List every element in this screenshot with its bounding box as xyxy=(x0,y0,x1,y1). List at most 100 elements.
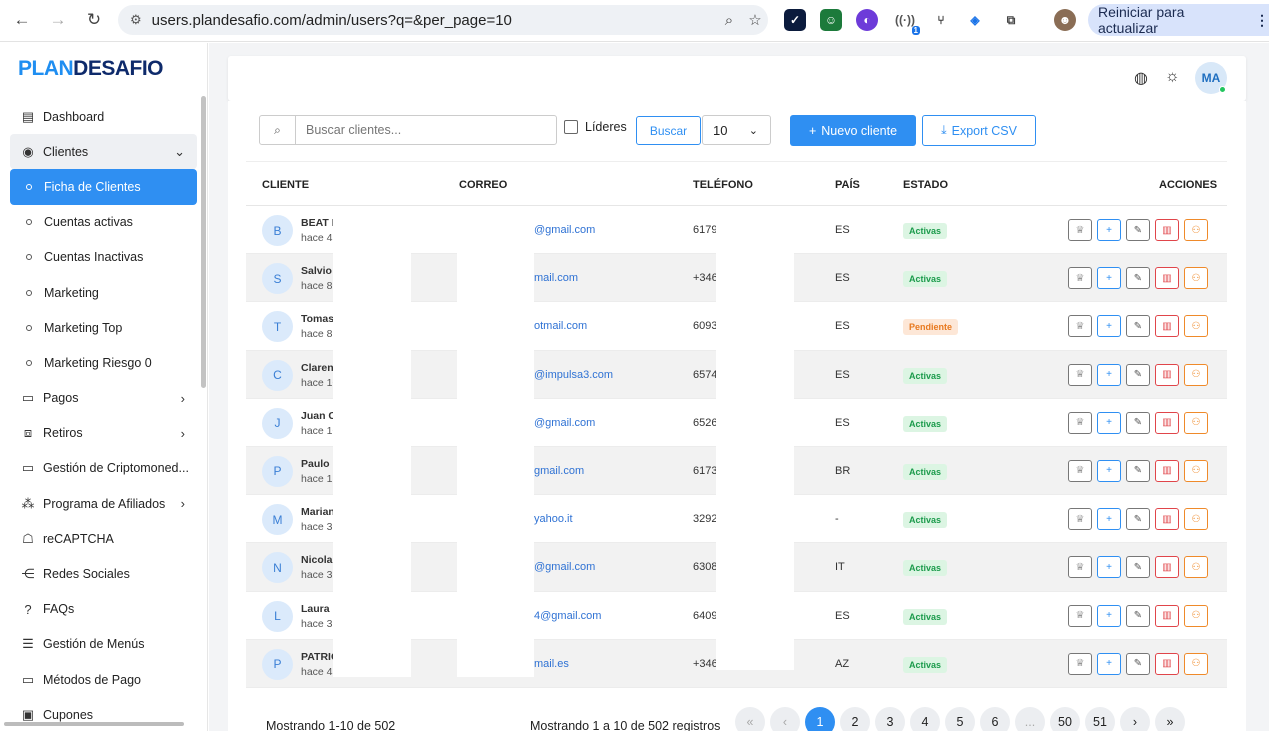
header-correo[interactable]: CORREO xyxy=(459,179,507,191)
client-email[interactable]: 4@gmail.com xyxy=(534,610,601,622)
search-button[interactable]: Buscar xyxy=(636,116,701,145)
sidebar-item-clientes[interactable]: ◉ Clientes ⌄ xyxy=(10,134,197,170)
bookmark-star-icon[interactable]: ☆ xyxy=(742,11,768,29)
add-icon[interactable]: + xyxy=(1097,267,1121,290)
header-cliente[interactable]: CLIENTE xyxy=(262,179,309,191)
client-name[interactable]: Salvio xyxy=(301,265,332,277)
user-plus-icon[interactable]: ⚇ xyxy=(1184,267,1208,290)
sidebar-item-afiliados[interactable]: ⁂ Programa de Afiliados › xyxy=(10,486,197,521)
trophy-icon[interactable]: ♕ xyxy=(1068,267,1092,290)
extension-broadcast-icon[interactable]: ((·)) 1 xyxy=(894,9,920,35)
client-email[interactable]: @gmail.com xyxy=(534,561,595,573)
extensions-puzzle-icon[interactable]: ⧉ xyxy=(1000,9,1022,31)
pagination-button[interactable]: ‹ xyxy=(770,707,800,731)
logo[interactable]: PLANDESAFIO xyxy=(18,57,164,81)
header-pais[interactable]: PAÍS xyxy=(835,179,860,191)
add-icon[interactable]: + xyxy=(1097,459,1121,482)
edit-icon[interactable]: ✎ xyxy=(1126,508,1150,531)
trophy-icon[interactable]: ♕ xyxy=(1068,363,1092,386)
pagination-button[interactable]: » xyxy=(1155,707,1185,731)
client-email[interactable]: gmail.com xyxy=(534,465,584,477)
delete-icon[interactable]: ▥ xyxy=(1155,267,1179,290)
add-icon[interactable]: + xyxy=(1097,652,1121,675)
sidebar-item-criptomonedas[interactable]: ▭ Gestión de Criptomoned... xyxy=(10,451,197,486)
sidebar-item-retiros[interactable]: ⧈ Retiros › xyxy=(10,416,197,451)
edit-icon[interactable]: ✎ xyxy=(1126,652,1150,675)
delete-icon[interactable]: ▥ xyxy=(1155,604,1179,627)
sidebar-item-marketing-top[interactable]: Marketing Top xyxy=(10,310,197,345)
pagination-button[interactable]: 3 xyxy=(875,707,905,731)
new-client-button[interactable]: + Nuevo cliente xyxy=(790,115,916,146)
search-icon[interactable]: ⌕ xyxy=(260,116,296,144)
sidebar-item-faqs[interactable]: ? FAQs xyxy=(10,592,197,627)
add-icon[interactable]: + xyxy=(1097,508,1121,531)
sidebar-scrollbar[interactable] xyxy=(201,96,206,388)
browser-menu-icon[interactable]: ⋮ xyxy=(1255,12,1269,29)
pagination-button[interactable]: 5 xyxy=(945,707,975,731)
trophy-icon[interactable]: ♕ xyxy=(1068,219,1092,241)
edit-icon[interactable]: ✎ xyxy=(1126,315,1150,338)
delete-icon[interactable]: ▥ xyxy=(1155,556,1179,579)
client-name[interactable]: Paulo I xyxy=(301,458,335,470)
sidebar-item-marketing-riesgo[interactable]: Marketing Riesgo 0 xyxy=(10,345,197,380)
client-email[interactable]: yahoo.it xyxy=(534,513,573,525)
client-name[interactable]: Laura xyxy=(301,603,330,615)
client-email[interactable]: @gmail.com xyxy=(534,417,595,429)
pagination-button[interactable]: 4 xyxy=(910,707,940,731)
delete-icon[interactable]: ▥ xyxy=(1155,315,1179,338)
sidebar-item-pagos[interactable]: ▭ Pagos › xyxy=(10,381,197,416)
add-icon[interactable]: + xyxy=(1097,556,1121,579)
extension-tag-icon[interactable]: ◈ xyxy=(964,9,986,31)
extension-check-icon[interactable]: ✓ xyxy=(784,9,806,31)
sidebar-item-marketing[interactable]: Marketing xyxy=(10,275,197,310)
sun-icon[interactable]: ☼ xyxy=(1165,68,1180,86)
trophy-icon[interactable]: ♕ xyxy=(1068,556,1092,579)
delete-icon[interactable]: ▥ xyxy=(1155,411,1179,434)
add-icon[interactable]: + xyxy=(1097,363,1121,386)
client-name[interactable]: Nicola xyxy=(301,554,333,566)
pagination-button[interactable]: « xyxy=(735,707,765,731)
user-plus-icon[interactable]: ⚇ xyxy=(1184,508,1208,531)
client-name[interactable]: Juan C xyxy=(301,410,336,422)
zoom-icon[interactable]: ⌕ xyxy=(716,12,742,29)
edit-icon[interactable]: ✎ xyxy=(1126,411,1150,434)
client-email[interactable]: otmail.com xyxy=(534,320,587,332)
url-text[interactable]: users.plandesafio.com/admin/users?q=&per… xyxy=(152,12,716,29)
sidebar-horizontal-scrollbar[interactable] xyxy=(4,722,184,726)
edit-icon[interactable]: ✎ xyxy=(1126,459,1150,482)
user-plus-icon[interactable]: ⚇ xyxy=(1184,652,1208,675)
site-settings-icon[interactable]: ⚙ xyxy=(130,12,142,28)
per-page-select[interactable]: 10 ⌄ xyxy=(702,115,771,145)
edit-icon[interactable]: ✎ xyxy=(1126,604,1150,627)
client-name[interactable]: Tomas xyxy=(301,313,334,325)
pagination-button[interactable]: 51 xyxy=(1085,707,1115,731)
add-icon[interactable]: + xyxy=(1097,219,1121,241)
client-email[interactable]: @gmail.com xyxy=(534,224,595,236)
add-icon[interactable]: + xyxy=(1097,411,1121,434)
export-csv-button[interactable]: ⤓ Export CSV xyxy=(922,115,1036,146)
leaders-checkbox[interactable] xyxy=(564,120,578,134)
reload-icon[interactable]: ↻ xyxy=(82,8,106,32)
header-estado[interactable]: ESTADO xyxy=(903,179,948,191)
trophy-icon[interactable]: ♕ xyxy=(1068,508,1092,531)
update-button[interactable]: Reiniciar para actualizar ⋮ xyxy=(1088,4,1269,36)
trophy-icon[interactable]: ♕ xyxy=(1068,411,1092,434)
sidebar-item-recaptcha[interactable]: ☖ reCAPTCHA xyxy=(10,521,197,556)
trophy-icon[interactable]: ♕ xyxy=(1068,459,1092,482)
sidebar-item-ficha-clientes[interactable]: Ficha de Clientes xyxy=(10,169,197,205)
trophy-icon[interactable]: ♕ xyxy=(1068,315,1092,338)
extension-robot-icon[interactable]: ☺ xyxy=(820,9,842,31)
search-input[interactable] xyxy=(296,116,556,144)
edit-icon[interactable]: ✎ xyxy=(1126,267,1150,290)
client-name[interactable]: Marian xyxy=(301,506,335,518)
client-email[interactable]: @impulsa3.com xyxy=(534,369,613,381)
delete-icon[interactable]: ▥ xyxy=(1155,219,1179,241)
edit-icon[interactable]: ✎ xyxy=(1126,556,1150,579)
user-plus-icon[interactable]: ⚇ xyxy=(1184,556,1208,579)
user-plus-icon[interactable]: ⚇ xyxy=(1184,604,1208,627)
user-plus-icon[interactable]: ⚇ xyxy=(1184,411,1208,434)
sidebar-item-redes-sociales[interactable]: ⋲ Redes Sociales xyxy=(10,556,197,591)
user-avatar[interactable]: MA xyxy=(1195,62,1227,94)
header-telefono[interactable]: TELÉFONO xyxy=(693,179,753,191)
back-icon[interactable]: ← xyxy=(10,8,34,32)
